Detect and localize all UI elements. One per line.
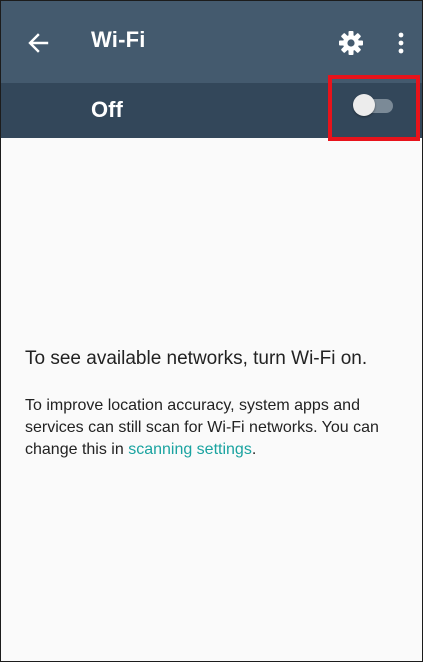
empty-state-body: To improve location accuracy, system app… <box>25 395 415 461</box>
arrow-back-icon <box>28 33 49 53</box>
more-vert-icon <box>398 32 404 54</box>
page-title: Wi-Fi <box>91 27 146 52</box>
settings-button[interactable] <box>333 25 369 61</box>
empty-state-body-end: . <box>251 441 257 458</box>
gear-icon <box>339 31 363 55</box>
more-options-button[interactable] <box>387 25 415 61</box>
wifi-status-label: Off <box>91 97 123 122</box>
wifi-settings-screen: Wi-Fi Off To see available networks, tur… <box>0 0 423 662</box>
empty-state-title: To see available networks, turn Wi-Fi on… <box>25 348 368 369</box>
app-toolbar: Wi-Fi <box>1 1 422 83</box>
scanning-settings-link[interactable]: scanning settings <box>128 441 252 458</box>
highlight-box <box>328 75 420 141</box>
back-button[interactable] <box>19 24 57 62</box>
